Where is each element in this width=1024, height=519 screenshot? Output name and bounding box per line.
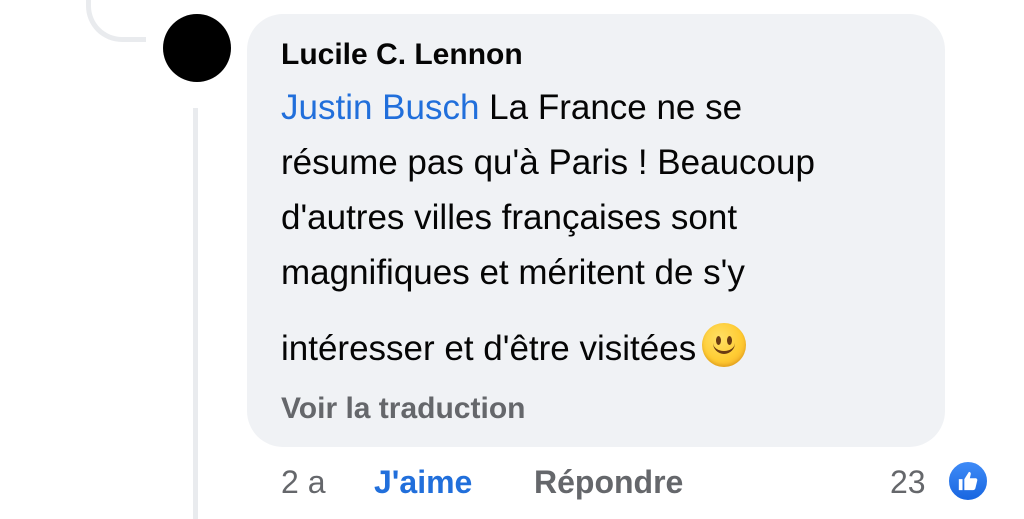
- comment-text: La France ne se: [479, 88, 743, 127]
- comment-author[interactable]: Lucile C. Lennon: [281, 38, 523, 72]
- comment-text-line-2: résume pas qu'à Paris ! Beaucoup: [281, 143, 815, 182]
- thread-connector: [86, 0, 146, 42]
- slightly-smiling-face-icon: [702, 323, 747, 367]
- comment-text: intéresser et d'être visitées: [281, 329, 697, 368]
- comment-text-line-5: intéresser et d'être visitées: [281, 323, 747, 369]
- like-button[interactable]: J'aime: [374, 464, 472, 501]
- reply-button[interactable]: Répondre: [534, 464, 683, 501]
- comment-text-line-1: Justin Busch La France ne se: [281, 88, 742, 128]
- see-translation-link[interactable]: Voir la traduction: [281, 392, 525, 426]
- comment-text-line-4: magnifiques et méritent de s'y: [281, 253, 745, 292]
- reply-thread-line: [193, 108, 198, 519]
- like-count[interactable]: 23: [890, 464, 926, 501]
- thumbs-up-icon[interactable]: [946, 459, 990, 503]
- avatar[interactable]: [163, 14, 231, 82]
- comment-age: 2 a: [281, 464, 326, 500]
- comment-text-line-3: d'autres villes françaises sont: [281, 198, 738, 237]
- mention-link[interactable]: Justin Busch: [281, 88, 479, 127]
